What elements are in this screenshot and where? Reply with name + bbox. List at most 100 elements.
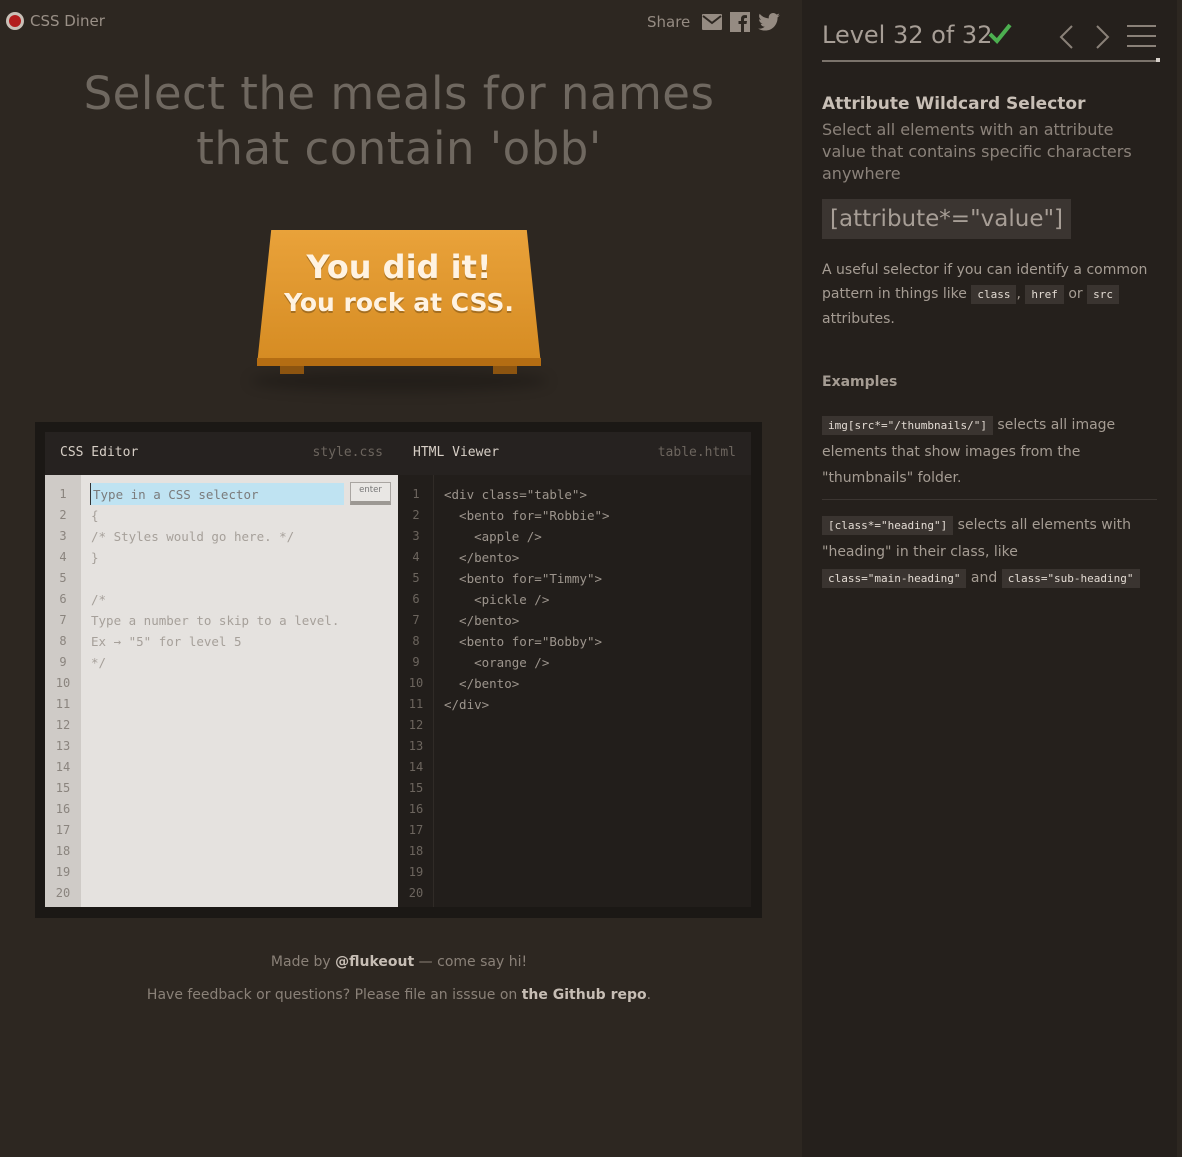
- code-line[interactable]: <bento for="Robbie">: [444, 505, 610, 526]
- css-selector-input[interactable]: [90, 483, 344, 505]
- code-line: {: [91, 508, 99, 523]
- code-line[interactable]: <bento for="Bobby">: [444, 631, 602, 652]
- menu-icon[interactable]: [1127, 24, 1156, 48]
- css-editor-header: CSS Editor style.css: [45, 432, 398, 475]
- css-editor-filename: style.css: [312, 445, 383, 460]
- selector-hint: A useful selector if you can identify a …: [822, 258, 1152, 331]
- checkmark-icon: [988, 22, 1012, 48]
- level-instruction: Select the meals for names that contain …: [83, 67, 715, 175]
- line-number: 3: [412, 529, 420, 543]
- line-number: 1: [59, 487, 67, 501]
- line-number: 12: [55, 718, 71, 732]
- line-number: 10: [408, 676, 424, 690]
- html-viewer-filename: table.html: [657, 445, 736, 460]
- hint-tag-src: src: [1087, 285, 1119, 304]
- line-number: 4: [412, 550, 420, 564]
- enter-button[interactable]: enter: [350, 482, 391, 505]
- code-line: }: [91, 550, 99, 565]
- code-line[interactable]: <apple />: [444, 526, 542, 547]
- html-viewer-title: HTML Viewer: [413, 445, 500, 460]
- selector-syntax: [attribute*="value"]: [822, 199, 1072, 239]
- progress-marker: [1156, 58, 1160, 62]
- line-number: 17: [408, 823, 424, 837]
- credit-prefix: Made by: [270, 954, 331, 970]
- line-number: 17: [55, 823, 71, 837]
- previous-level-button[interactable]: [1057, 24, 1075, 54]
- logo-icon: [6, 12, 24, 30]
- level-progress-bar: [822, 60, 1157, 62]
- table-edge: [257, 358, 541, 366]
- html-viewer: 1 2 3 4 5 6 7 8 9 10 11 12 13 14 15 16 17 18 19 20 <div cla…: [398, 475, 751, 907]
- code-line[interactable]: </bento>: [444, 673, 519, 694]
- line-number: 20: [55, 886, 71, 900]
- table-leg-left: [280, 366, 304, 374]
- code-line[interactable]: </div>: [444, 694, 489, 715]
- hint-or: or: [1068, 286, 1083, 302]
- line-number: 6: [412, 592, 420, 606]
- code-line[interactable]: </bento>: [444, 610, 519, 631]
- example-2-code: [class*="heading"]: [822, 516, 954, 535]
- mail-icon[interactable]: [702, 14, 723, 30]
- line-number: 8: [59, 634, 67, 648]
- feedback-suffix: .: [646, 987, 652, 1003]
- line-number: 10: [55, 676, 71, 690]
- line-number: 13: [55, 739, 71, 753]
- line-number: 19: [55, 865, 71, 879]
- github-link[interactable]: the Github repo: [522, 987, 647, 1003]
- line-number: 11: [408, 697, 424, 711]
- footer-feedback: Have feedback or questions? Please file …: [0, 987, 798, 1003]
- app-logo[interactable]: CSS Diner: [6, 12, 105, 30]
- example-1-code: img[src*="/thumbnails/"]: [822, 416, 993, 435]
- feedback-prefix: Have feedback or questions? Please file …: [146, 987, 518, 1003]
- code-line[interactable]: <orange />: [444, 652, 549, 673]
- code-line: /*: [91, 592, 107, 607]
- editor-panel: CSS Editor style.css HTML Viewer table.h…: [35, 422, 762, 918]
- win-subheading: You rock at CSS.: [284, 288, 514, 317]
- share-bar: Share: [647, 12, 781, 32]
- line-number: 12: [408, 718, 424, 732]
- line-number: 15: [55, 781, 71, 795]
- line-number: 4: [59, 550, 67, 564]
- twitter-icon[interactable]: [758, 13, 781, 31]
- line-number: 5: [412, 571, 420, 585]
- css-line-numbers: 1 2 3 4 5 6 7 8 9 10 11 12 13 14 15 16 17 18 19 20: [45, 475, 81, 907]
- html-line-numbers: 1 2 3 4 5 6 7 8 9 10 11 12 13 14 15 16 17 18 19 20: [398, 475, 434, 907]
- code-line: /* Styles would go here. */: [91, 529, 295, 544]
- code-line[interactable]: <div class="table">: [444, 484, 587, 505]
- credit-suffix: — come say hi!: [418, 954, 528, 970]
- line-number: 8: [412, 634, 420, 648]
- window-edge: [1177, 0, 1182, 1157]
- line-number: 14: [55, 760, 71, 774]
- line-number: 3: [59, 529, 67, 543]
- css-editor-title: CSS Editor: [60, 445, 139, 460]
- dinner-table: You did it! You rock at CSS.: [250, 230, 548, 392]
- code-line: Ex → "5" for level 5: [91, 634, 242, 649]
- example-2: [class*="heading"] selects all elements …: [822, 512, 1152, 592]
- code-line[interactable]: </bento>: [444, 547, 519, 568]
- line-number: 2: [412, 508, 420, 522]
- examples-heading: Examples: [822, 374, 898, 390]
- line-number: 7: [59, 613, 67, 627]
- line-number: 7: [412, 613, 420, 627]
- facebook-icon[interactable]: [730, 12, 751, 32]
- line-number: 15: [408, 781, 424, 795]
- share-label: Share: [647, 13, 691, 31]
- line-number: 6: [59, 592, 67, 606]
- author-link[interactable]: @flukeout: [335, 954, 414, 970]
- hint-suffix: attributes.: [822, 311, 895, 327]
- app-title: CSS Diner: [30, 12, 105, 30]
- code-line: Type a number to skip to a level.: [91, 613, 340, 628]
- code-line[interactable]: <pickle />: [444, 589, 549, 610]
- next-level-button[interactable]: [1094, 24, 1112, 54]
- line-number: 20: [408, 886, 424, 900]
- html-viewer-header: HTML Viewer table.html: [398, 432, 751, 475]
- win-heading: You did it!: [306, 248, 492, 286]
- line-number: 9: [59, 655, 67, 669]
- line-number: 2: [59, 508, 67, 522]
- table-leg-right: [493, 366, 517, 374]
- code-line: */: [91, 655, 107, 670]
- code-line[interactable]: <bento for="Timmy">: [444, 568, 602, 589]
- line-number: 19: [408, 865, 424, 879]
- footer-credit: Made by @flukeout — come say hi!: [0, 954, 798, 970]
- line-number: 18: [408, 844, 424, 858]
